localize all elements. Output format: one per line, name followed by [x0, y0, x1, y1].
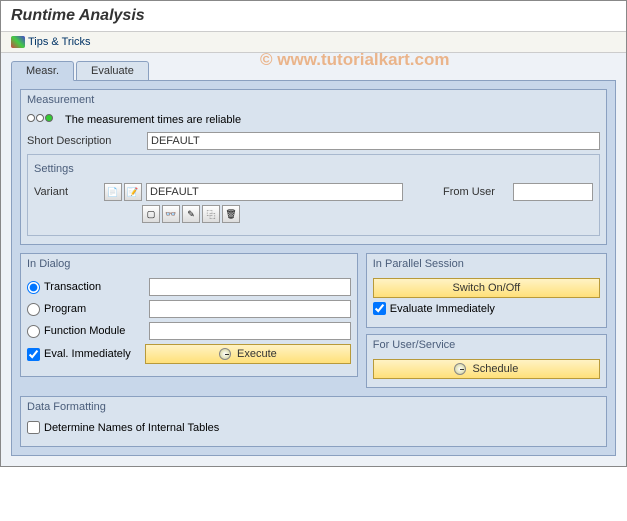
radio-function-module[interactable] [27, 325, 40, 338]
display-icon[interactable]: 👓 [162, 205, 180, 223]
clock-icon [454, 363, 466, 375]
check-eval-immediately[interactable] [27, 348, 40, 361]
group-parallel-session: In Parallel Session Switch On/Off Evalua… [366, 253, 607, 328]
switch-label: Switch On/Off [453, 282, 521, 294]
page-title: Runtime Analysis [1, 1, 626, 32]
tab-body: Measurement The measurement times are re… [11, 80, 616, 456]
schedule-button[interactable]: Schedule [373, 359, 600, 379]
create-icon[interactable]: ▢ [142, 205, 160, 223]
variant-display-icon[interactable]: 📄 [104, 183, 122, 201]
check-eval-immediately-parallel[interactable] [373, 302, 386, 315]
status-row: The measurement times are reliable [27, 114, 600, 126]
switch-onoff-button[interactable]: Switch On/Off [373, 278, 600, 298]
edit-icon[interactable]: ✎ [182, 205, 200, 223]
traffic-light-icon [27, 114, 57, 126]
tab-evaluate[interactable]: Evaluate [76, 61, 149, 81]
input-function-module[interactable] [149, 322, 351, 340]
label-determine-names: Determine Names of Internal Tables [44, 422, 219, 434]
group-settings: Settings Variant 📄 📝 From User [27, 154, 600, 236]
group-title-formatting: Data Formatting [27, 397, 600, 417]
variant-label: Variant [34, 186, 104, 198]
short-desc-label: Short Description [27, 135, 147, 147]
label-eval-immediately-parallel: Evaluate Immediately [390, 303, 495, 315]
radio-transaction[interactable] [27, 281, 40, 294]
check-determine-names[interactable] [27, 421, 40, 434]
status-text: The measurement times are reliable [65, 114, 241, 126]
tab-area: Measr. Evaluate Measurement The measurem… [1, 53, 626, 466]
group-title-parallel: In Parallel Session [373, 254, 600, 274]
group-user-service: For User/Service Schedule [366, 334, 607, 388]
execute-label: Execute [237, 348, 277, 360]
group-title-user-service: For User/Service [373, 335, 600, 355]
label-program: Program [44, 303, 149, 315]
from-user-label: From User [443, 186, 513, 198]
tips-tricks-link[interactable]: Tips & Tricks [28, 36, 91, 48]
variant-change-icon[interactable]: 📝 [124, 183, 142, 201]
label-transaction: Transaction [44, 281, 149, 293]
input-program[interactable] [149, 300, 351, 318]
toolbar: Tips & Tricks [1, 32, 626, 53]
schedule-label: Schedule [472, 363, 518, 375]
group-in-dialog: In Dialog Transaction Program [20, 253, 358, 377]
delete-icon[interactable]: 🗑 [222, 205, 240, 223]
copy-icon[interactable]: ⿻ [202, 205, 220, 223]
execute-button[interactable]: Execute [145, 344, 351, 364]
tips-icon [11, 36, 25, 48]
variant-input[interactable] [146, 183, 403, 201]
group-data-formatting: Data Formatting Determine Names of Inter… [20, 396, 607, 447]
tab-strip: Measr. Evaluate [11, 61, 616, 81]
group-title-settings: Settings [34, 159, 593, 179]
short-desc-input[interactable] [147, 132, 600, 150]
group-measurement: Measurement The measurement times are re… [20, 89, 607, 245]
group-title-dialog: In Dialog [27, 254, 351, 274]
clock-icon [219, 348, 231, 360]
input-transaction[interactable] [149, 278, 351, 296]
radio-program[interactable] [27, 303, 40, 316]
label-eval-immediately: Eval. Immediately [44, 348, 145, 360]
tab-measr[interactable]: Measr. [11, 61, 74, 81]
from-user-input[interactable] [513, 183, 593, 201]
label-function-module: Function Module [44, 325, 149, 337]
group-title-measurement: Measurement [27, 90, 600, 110]
